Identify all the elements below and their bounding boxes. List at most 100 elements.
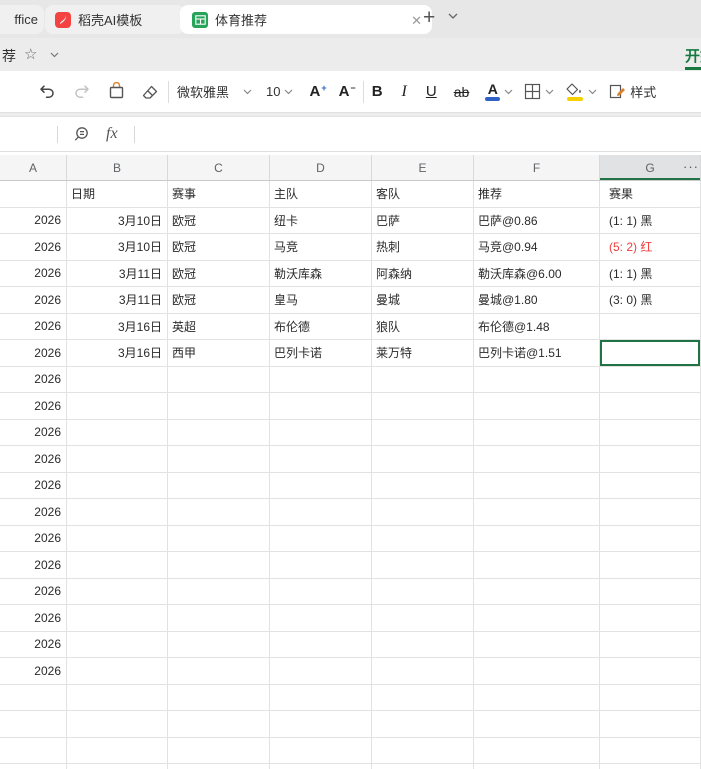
fill-color-button[interactable]: [565, 82, 584, 101]
cell-F21[interactable]: [474, 711, 600, 738]
cell-F14[interactable]: [474, 525, 600, 552]
title-chevron-icon[interactable]: [50, 52, 59, 58]
cell-C16[interactable]: [168, 578, 270, 605]
tab-active-document[interactable]: 体育推荐 ✕: [180, 5, 432, 34]
cell-E20[interactable]: [372, 684, 474, 711]
decrease-font-size-button[interactable]: A −: [339, 83, 356, 101]
cell-D2[interactable]: 纽卡: [270, 207, 372, 234]
cell-C20[interactable]: [168, 684, 270, 711]
cell-D11[interactable]: [270, 446, 372, 473]
cell-G4[interactable]: (1: 1) 黑: [600, 260, 701, 287]
borders-chevron-icon[interactable]: [545, 89, 554, 95]
cell-G22[interactable]: [600, 737, 701, 764]
cell-D5[interactable]: 皇马: [270, 287, 372, 314]
cell-C23[interactable]: [168, 764, 270, 769]
cell-C10[interactable]: [168, 419, 270, 446]
cell-A15[interactable]: 2026: [0, 552, 67, 579]
cell-B8[interactable]: [67, 366, 168, 393]
tab-office-partial[interactable]: ffice: [0, 5, 44, 34]
cell-G7[interactable]: [600, 340, 701, 367]
cell-B19[interactable]: [67, 658, 168, 685]
cell-A5[interactable]: 2026: [0, 287, 67, 314]
cell-F1[interactable]: 推荐: [474, 181, 600, 208]
cell-F4[interactable]: 勒沃库森@6.00: [474, 260, 600, 287]
cell-G1[interactable]: 赛果: [600, 181, 701, 208]
cell-E15[interactable]: [372, 552, 474, 579]
cell-G17[interactable]: [600, 605, 701, 632]
cell-D9[interactable]: [270, 393, 372, 420]
cell-A2[interactable]: 2026: [0, 207, 67, 234]
cell-C22[interactable]: [168, 737, 270, 764]
cell-C6[interactable]: 英超: [168, 313, 270, 340]
close-tab-icon[interactable]: ✕: [411, 13, 422, 29]
cell-C7[interactable]: 西甲: [168, 340, 270, 367]
cell-E16[interactable]: [372, 578, 474, 605]
italic-button[interactable]: I: [402, 83, 407, 101]
column-header-B[interactable]: B: [67, 155, 168, 180]
cell-A6[interactable]: 2026: [0, 313, 67, 340]
font-color-chevron-icon[interactable]: [504, 89, 513, 95]
cell-G12[interactable]: [600, 472, 701, 499]
cell-C15[interactable]: [168, 552, 270, 579]
cell-C3[interactable]: 欧冠: [168, 234, 270, 261]
cell-F3[interactable]: 马竞@0.94: [474, 234, 600, 261]
cell-G14[interactable]: [600, 525, 701, 552]
cell-G11[interactable]: [600, 446, 701, 473]
cell-C8[interactable]: [168, 366, 270, 393]
cell-B6[interactable]: 3月16日: [67, 313, 168, 340]
column-header-F[interactable]: F: [474, 155, 600, 180]
cell-B22[interactable]: [67, 737, 168, 764]
cell-A7[interactable]: 2026: [0, 340, 67, 367]
cell-E10[interactable]: [372, 419, 474, 446]
cell-D1[interactable]: 主队: [270, 181, 372, 208]
cell-A8[interactable]: 2026: [0, 366, 67, 393]
cell-E17[interactable]: [372, 605, 474, 632]
cell-G8[interactable]: [600, 366, 701, 393]
cell-E14[interactable]: [372, 525, 474, 552]
cell-E4[interactable]: 阿森纳: [372, 260, 474, 287]
cell-E19[interactable]: [372, 658, 474, 685]
cell-G16[interactable]: [600, 578, 701, 605]
cell-D18[interactable]: [270, 631, 372, 658]
cell-A16[interactable]: 2026: [0, 578, 67, 605]
cell-B10[interactable]: [67, 419, 168, 446]
cell-F9[interactable]: [474, 393, 600, 420]
cell-A20[interactable]: [0, 684, 67, 711]
cell-E11[interactable]: [372, 446, 474, 473]
cell-F8[interactable]: [474, 366, 600, 393]
cell-D15[interactable]: [270, 552, 372, 579]
column-header-C[interactable]: C: [168, 155, 270, 180]
ribbon-tab-home[interactable]: 开始: [685, 45, 701, 66]
font-size-select[interactable]: 10: [266, 84, 293, 99]
increase-font-size-button[interactable]: A +: [309, 83, 326, 101]
cell-G18[interactable]: [600, 631, 701, 658]
cell-E2[interactable]: 巴萨: [372, 207, 474, 234]
cell-D7[interactable]: 巴列卡诺: [270, 340, 372, 367]
cell-F17[interactable]: [474, 605, 600, 632]
tab-docer-templates[interactable]: 稻壳AI模板: [45, 5, 185, 34]
cell-A18[interactable]: 2026: [0, 631, 67, 658]
font-name-select[interactable]: 微软雅黑: [177, 82, 252, 101]
cell-G3[interactable]: (5: 2) 红: [600, 234, 701, 261]
cell-D21[interactable]: [270, 711, 372, 738]
cell-E5[interactable]: 曼城: [372, 287, 474, 314]
cell-F19[interactable]: [474, 658, 600, 685]
cell-B23[interactable]: [67, 764, 168, 769]
cell-G20[interactable]: [600, 684, 701, 711]
cell-D14[interactable]: [270, 525, 372, 552]
cell-E1[interactable]: 客队: [372, 181, 474, 208]
cell-B18[interactable]: [67, 631, 168, 658]
cell-F2[interactable]: 巴萨@0.86: [474, 207, 600, 234]
cell-B15[interactable]: [67, 552, 168, 579]
cell-C1[interactable]: 赛事: [168, 181, 270, 208]
cell-A19[interactable]: 2026: [0, 658, 67, 685]
cell-F10[interactable]: [474, 419, 600, 446]
cell-B7[interactable]: 3月16日: [67, 340, 168, 367]
font-color-button[interactable]: A: [485, 82, 501, 101]
new-tab-button[interactable]: +: [423, 6, 435, 30]
cell-E7[interactable]: 莱万特: [372, 340, 474, 367]
cell-C2[interactable]: 欧冠: [168, 207, 270, 234]
cell-A23[interactable]: [0, 764, 67, 769]
cell-D16[interactable]: [270, 578, 372, 605]
cell-B9[interactable]: [67, 393, 168, 420]
